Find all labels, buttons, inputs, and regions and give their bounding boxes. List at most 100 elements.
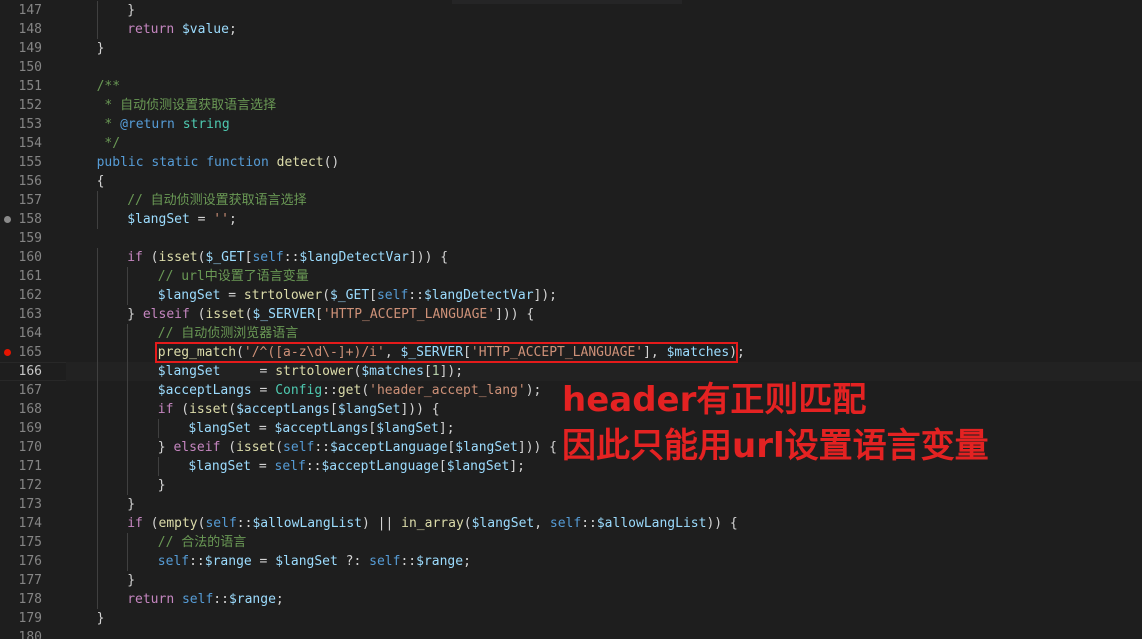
code-line[interactable]: 172} xyxy=(0,476,1142,495)
code-token: ]; xyxy=(438,421,455,436)
code-text: return $value; xyxy=(127,20,237,39)
code-token: ( xyxy=(361,383,370,398)
code-line[interactable]: 148 return $value; xyxy=(0,20,1142,39)
code-content: // 合法的语言 xyxy=(66,533,1142,552)
code-token: } xyxy=(127,3,136,18)
code-token: $acceptLanguage xyxy=(330,440,448,455)
code-token: +)/i' xyxy=(345,345,385,360)
indent-guide xyxy=(96,590,98,609)
code-token: ( xyxy=(189,307,206,322)
breakpoint-icon[interactable] xyxy=(4,349,11,356)
code-token: )) { xyxy=(706,516,738,531)
code-token: return xyxy=(127,22,175,37)
code-line[interactable]: 155 public static function detect() xyxy=(0,153,1142,172)
indent-guide xyxy=(96,191,98,210)
code-line[interactable]: 159 xyxy=(0,229,1142,248)
code-text: $langSet = strtolower($_GET[self::$langD… xyxy=(158,286,557,305)
code-token: preg_match xyxy=(157,345,237,360)
code-line[interactable]: 176 self::$range = $langSet ?: self::$ran… xyxy=(0,552,1142,571)
code-token: [ xyxy=(463,345,471,360)
code-token: // url中设置了语言变量 xyxy=(157,269,309,284)
code-content: } elseif (isset($_SERVER['HTTP_ACCEPT_LA… xyxy=(66,305,1142,324)
code-token: :: xyxy=(322,383,338,398)
code-token: $_GET xyxy=(205,250,245,265)
code-line[interactable]: 164 // 自动侦测浏览器语言 xyxy=(0,324,1142,343)
code-text: // 自动侦测设置获取语言选择 xyxy=(127,191,306,210)
code-line[interactable]: 160 if (isset($_GET[self::$langDetectVar]… xyxy=(0,248,1142,267)
code-line[interactable]: 174 if (empty(self::$allowLangList) || in… xyxy=(0,514,1142,533)
code-line[interactable]: 147} xyxy=(0,1,1142,20)
code-token: :: xyxy=(408,288,424,303)
code-token: /** xyxy=(96,79,121,94)
code-line[interactable]: 178 return self::$range; xyxy=(0,590,1142,609)
code-line[interactable]: 162 $langSet = strtolower($_GET[self::$la… xyxy=(0,286,1142,305)
code-token: ( xyxy=(142,516,159,531)
code-line[interactable]: 153 * @return string xyxy=(0,115,1142,134)
code-content: $langSet = ''; xyxy=(66,210,1142,229)
code-line[interactable]: 151 /** xyxy=(0,77,1142,96)
line-number: 168 xyxy=(18,402,42,417)
code-text: } xyxy=(127,495,135,514)
code-line[interactable]: 161 // url中设置了语言变量 xyxy=(0,267,1142,286)
code-text: return self::$range; xyxy=(127,590,284,609)
code-token: elseif xyxy=(173,440,221,455)
code-token: if xyxy=(157,402,174,417)
code-line[interactable]: 179} xyxy=(0,609,1142,628)
code-line[interactable]: 152 * 自动侦测设置获取语言选择 xyxy=(0,96,1142,115)
code-line[interactable]: 166 $langSet = strtolower($matches[1]); xyxy=(0,362,1142,381)
indent-guide xyxy=(157,419,159,438)
code-token: self xyxy=(157,554,190,569)
code-token: $langSet xyxy=(188,459,252,474)
code-line[interactable]: 165 preg_match('/^([a-z\d\-]+)/i', $_SERV… xyxy=(0,343,1142,362)
code-token: :: xyxy=(314,440,331,455)
code-token: ); xyxy=(525,383,542,398)
code-token: } xyxy=(96,41,105,56)
code-token: ?: xyxy=(337,554,370,569)
line-number: 163 xyxy=(18,307,42,322)
code-token: // 合法的语言 xyxy=(157,535,247,550)
code-line[interactable]: 158 $langSet = ''; xyxy=(0,210,1142,229)
code-line[interactable]: 156 { xyxy=(0,172,1142,191)
line-number: 159 xyxy=(18,231,42,246)
code-token: detect xyxy=(276,155,324,170)
code-editor[interactable]: 147} 148 return $value; 149} 150 151/** 152 * … xyxy=(0,0,1142,639)
line-number: 154 xyxy=(18,136,42,151)
code-token: = xyxy=(251,554,276,569)
code-content: } xyxy=(66,609,1142,628)
code-line[interactable]: 177} xyxy=(0,571,1142,590)
code-token: strtolower xyxy=(243,288,323,303)
code-token: $langSet xyxy=(337,402,401,417)
code-line[interactable]: 173} xyxy=(0,495,1142,514)
code-token: ) || xyxy=(362,516,402,531)
code-token: ( xyxy=(220,440,237,455)
code-line[interactable]: 175 // 合法的语言 xyxy=(0,533,1142,552)
code-token: isset xyxy=(205,307,245,322)
code-text: } elseif (isset(self::$acceptLanguage[$l… xyxy=(158,438,557,457)
code-token: } xyxy=(157,440,174,455)
code-line[interactable]: 180 xyxy=(0,628,1142,639)
indent-guide xyxy=(96,495,98,514)
code-token: $langSet xyxy=(127,212,190,227)
code-line[interactable]: 154 */ xyxy=(0,134,1142,153)
code-token: self xyxy=(181,592,214,607)
code-line[interactable]: 149} xyxy=(0,39,1142,58)
breakpoint-hint-icon[interactable] xyxy=(4,216,11,223)
code-line[interactable]: 157 // 自动侦测设置获取语言选择 xyxy=(0,191,1142,210)
code-token: $value xyxy=(181,22,229,37)
code-token: strtolower xyxy=(275,364,354,379)
indent-guide xyxy=(96,286,98,305)
code-text: self::$range = $langSet ?: self::$range; xyxy=(158,552,471,571)
code-text: if (isset($acceptLangs[$langSet])) { xyxy=(158,400,440,419)
code-token: empty xyxy=(158,516,198,531)
code-content xyxy=(66,229,1142,248)
line-number: 176 xyxy=(18,554,42,569)
code-token: = xyxy=(220,288,244,303)
code-text: /** xyxy=(97,77,120,96)
code-line[interactable]: 150 xyxy=(0,58,1142,77)
code-line[interactable]: 163 } elseif (isset($_SERVER['HTTP_ACCEPT… xyxy=(0,305,1142,324)
code-token: * 自动侦测设置获取语言选择 xyxy=(96,98,277,113)
indent-guide xyxy=(96,324,98,343)
code-token: ( xyxy=(228,402,237,417)
